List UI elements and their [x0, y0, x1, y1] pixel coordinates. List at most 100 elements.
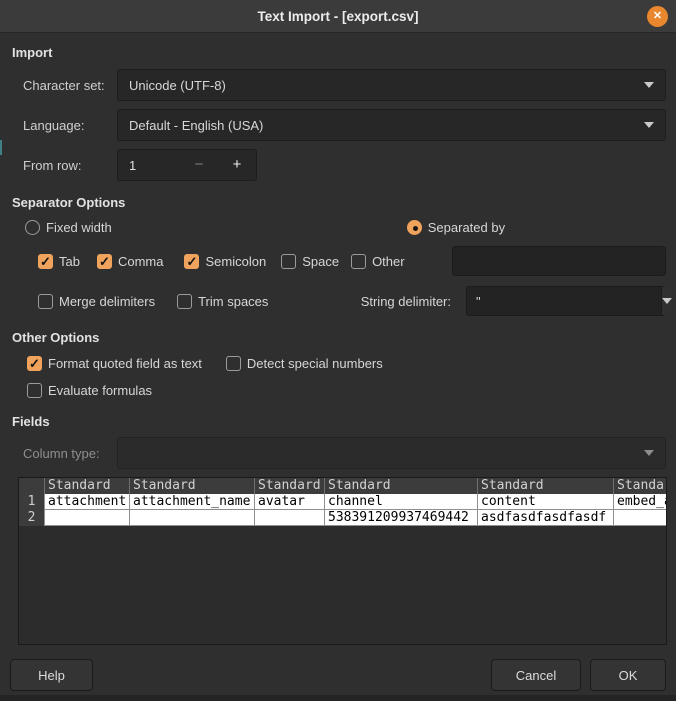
string-delimiter-input[interactable]: [467, 287, 661, 315]
preview-cell: [129, 510, 254, 526]
space-checkbox[interactable]: Space: [281, 254, 339, 269]
column-type-dropdown[interactable]: [117, 437, 666, 469]
window-bottom-edge: [0, 695, 676, 701]
chevron-down-icon: [662, 298, 672, 304]
preview-cell: 538391209937469442: [324, 510, 477, 526]
string-delimiter-combobox[interactable]: [466, 286, 666, 316]
column-type-header[interactable]: Standard: [254, 478, 324, 494]
other-options-row-2: Evaluate formulas: [10, 382, 666, 398]
preview-cell: asdfasdfasdfasdf: [477, 510, 613, 526]
button-bar: Help Cancel OK: [10, 659, 666, 691]
character-set-value: Unicode (UTF-8): [129, 78, 644, 93]
window-title: Text Import - [export.csv]: [257, 9, 418, 24]
cancel-button[interactable]: Cancel: [491, 659, 581, 691]
window-edge-highlight: [0, 140, 2, 155]
evaluate-formulas-checkbox[interactable]: Evaluate formulas: [27, 383, 152, 398]
text-import-dialog: Text Import - [export.csv] ✕ Import Char…: [0, 0, 676, 701]
other-options-row-1: Format quoted field as text Detect speci…: [10, 355, 666, 371]
separator-mode-row: Fixed width Separated by: [10, 219, 666, 235]
radio-icon: [25, 220, 40, 235]
preview-cell: [613, 510, 667, 526]
semicolon-label: Semicolon: [205, 254, 266, 269]
semicolon-checkbox[interactable]: Semicolon: [184, 254, 266, 269]
spin-plus-button[interactable]: +: [218, 150, 256, 180]
other-label: Other: [372, 254, 405, 269]
other-options-section-title: Other Options: [12, 330, 666, 346]
fixed-width-radio[interactable]: Fixed width: [25, 220, 112, 235]
checkbox-icon: [351, 254, 366, 269]
character-set-row: Character set: Unicode (UTF-8): [10, 69, 666, 101]
space-label: Space: [302, 254, 339, 269]
merge-delimiters-checkbox[interactable]: Merge delimiters: [38, 294, 155, 309]
column-type-header[interactable]: Standard: [613, 478, 667, 494]
preview-cell: channel: [324, 494, 477, 510]
language-row: Language: Default - English (USA): [10, 109, 666, 141]
detect-special-checkbox[interactable]: Detect special numbers: [226, 356, 383, 371]
format-quoted-checkbox[interactable]: Format quoted field as text: [27, 356, 202, 371]
evaluate-formulas-label: Evaluate formulas: [48, 383, 152, 398]
preview-corner-cell: [19, 478, 44, 494]
close-button[interactable]: ✕: [647, 6, 668, 27]
fields-section-title: Fields: [12, 414, 666, 430]
language-value: Default - English (USA): [129, 118, 644, 133]
combobox-dropdown-button[interactable]: [661, 287, 672, 315]
from-row-input[interactable]: [118, 158, 180, 173]
import-section-title: Import: [12, 45, 666, 61]
comma-checkbox[interactable]: Comma: [97, 254, 164, 269]
from-row-spinbox[interactable]: − +: [117, 149, 257, 181]
preview-cell: attachment_name: [129, 494, 254, 510]
column-type-header[interactable]: Standard: [477, 478, 613, 494]
tab-label: Tab: [59, 254, 80, 269]
format-quoted-label: Format quoted field as text: [48, 356, 202, 371]
chevron-down-icon: [644, 122, 654, 128]
dialog-content: Import Character set: Unicode (UTF-8) La…: [0, 45, 676, 645]
other-checkbox[interactable]: Other: [351, 254, 405, 269]
preview-cell: [44, 510, 129, 526]
separator-checkbox-row: Tab Comma Semicolon Space Other: [10, 246, 666, 276]
column-type-header[interactable]: Standard: [129, 478, 254, 494]
checkbox-icon: [27, 383, 42, 398]
checkbox-icon: [177, 294, 192, 309]
from-row-row: From row: − +: [10, 149, 666, 181]
titlebar[interactable]: Text Import - [export.csv] ✕: [0, 0, 676, 33]
preview-table: StandardStandardStandardStandardStandard…: [19, 478, 666, 526]
language-label: Language:: [23, 118, 117, 133]
checkbox-icon: [97, 254, 112, 269]
spin-minus-button[interactable]: −: [180, 150, 218, 180]
trim-spaces-label: Trim spaces: [198, 294, 268, 309]
separated-by-radio[interactable]: Separated by: [407, 220, 505, 235]
ok-button[interactable]: OK: [590, 659, 666, 691]
chevron-down-icon: [644, 450, 654, 456]
preview-cell: [254, 510, 324, 526]
trim-spaces-checkbox[interactable]: Trim spaces: [177, 294, 268, 309]
from-row-label: From row:: [23, 158, 117, 173]
row-number-cell: 2: [19, 510, 44, 526]
string-delimiter-label: String delimiter:: [361, 294, 451, 309]
help-button[interactable]: Help: [10, 659, 93, 691]
preview-cell: attachment: [44, 494, 129, 510]
preview-cell: avatar: [254, 494, 324, 510]
preview-cell: content: [477, 494, 613, 510]
radio-icon: [407, 220, 422, 235]
other-separator-input[interactable]: [452, 246, 666, 276]
checkbox-icon: [281, 254, 296, 269]
language-dropdown[interactable]: Default - English (USA): [117, 109, 666, 141]
column-type-row: Column type:: [10, 437, 666, 469]
checkbox-icon: [38, 294, 53, 309]
checkbox-icon: [226, 356, 241, 371]
preview-cell: embed_a: [613, 494, 667, 510]
separated-by-label: Separated by: [428, 220, 505, 235]
separator-section-title: Separator Options: [12, 195, 666, 211]
character-set-dropdown[interactable]: Unicode (UTF-8): [117, 69, 666, 101]
column-type-header[interactable]: Standard: [324, 478, 477, 494]
column-type-header[interactable]: Standard: [44, 478, 129, 494]
row-number-cell: 1: [19, 494, 44, 510]
tab-checkbox[interactable]: Tab: [38, 254, 80, 269]
preview-header-row: StandardStandardStandardStandardStandard…: [19, 478, 666, 494]
import-preview-area[interactable]: StandardStandardStandardStandardStandard…: [18, 477, 667, 645]
merge-delimiters-label: Merge delimiters: [59, 294, 155, 309]
comma-label: Comma: [118, 254, 164, 269]
column-type-label: Column type:: [23, 446, 117, 461]
character-set-label: Character set:: [23, 78, 117, 93]
fixed-width-label: Fixed width: [46, 220, 112, 235]
